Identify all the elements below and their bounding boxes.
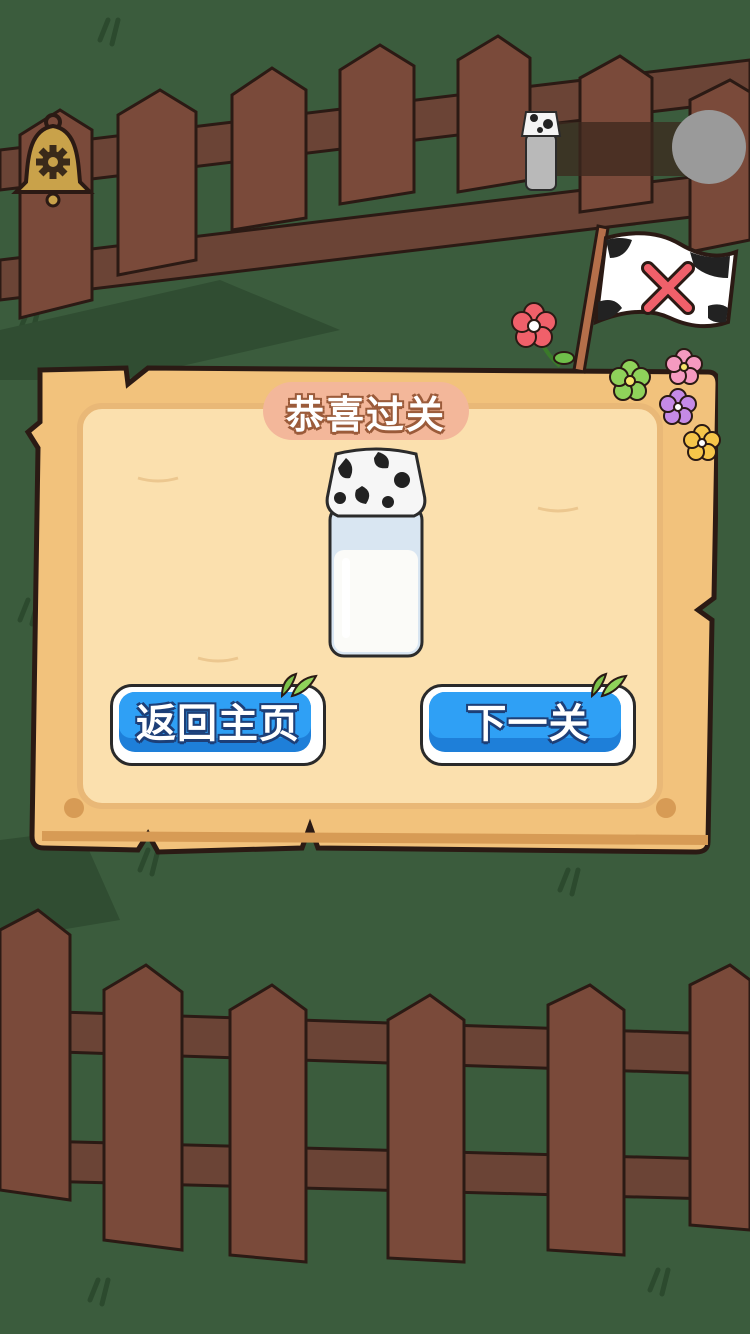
milk-progress-counter <box>512 104 748 196</box>
milk-bottle-icon <box>520 111 562 191</box>
return-home-button[interactable]: 返回主页 <box>110 672 326 766</box>
counter-circle <box>672 110 746 184</box>
title-pill: 恭喜过关 <box>263 382 469 440</box>
milk-bottle-reward-icon <box>325 447 427 658</box>
dialog-title: 恭喜过关 <box>285 392 446 437</box>
return-home-label: 返回主页 <box>136 701 300 747</box>
next-level-label: 下一关 <box>466 701 590 747</box>
flower-decoration-right <box>609 348 721 461</box>
bell-gear-icon <box>11 113 95 208</box>
settings-button[interactable] <box>10 112 96 210</box>
next-level-button[interactable]: 下一关 <box>420 672 636 766</box>
